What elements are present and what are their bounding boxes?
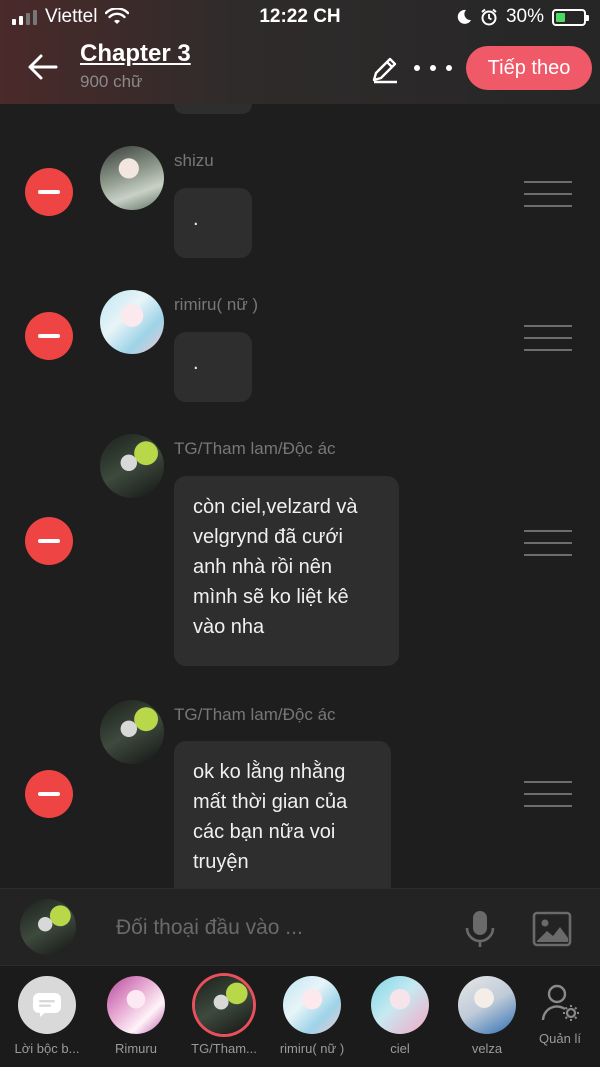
sender-name: TG/Tham lam/Độc ác (174, 705, 336, 724)
manage-button[interactable]: Quản lí (530, 982, 590, 1046)
avatar (283, 976, 341, 1034)
avatar[interactable] (100, 146, 164, 210)
word-count: 900 chữ (80, 72, 143, 91)
back-arrow-icon[interactable] (26, 50, 60, 84)
avatar[interactable] (100, 700, 164, 764)
microphone-icon[interactable] (462, 909, 498, 949)
pencil-icon[interactable] (370, 54, 400, 84)
cast-label: ciel (390, 1041, 410, 1056)
manage-label: Quản lí (539, 1031, 581, 1046)
character-bar: Lời bộc b... Rimuru TG/Tham... rimiru( n… (0, 966, 600, 1067)
chat-list: shizu . rimiru( nữ ) . TG/Tham lam/Độc á… (0, 104, 600, 888)
cast-item-ciel[interactable]: ciel (360, 976, 440, 1056)
avatar (195, 976, 253, 1034)
cast-item-rimiru[interactable]: rimiru( nữ ) (272, 976, 352, 1056)
message-bubble[interactable]: còn ciel,velzard và velgrynd đã cưới anh… (174, 476, 399, 666)
avatar (458, 976, 516, 1034)
narrator-avatar (18, 976, 76, 1034)
cast-label: Lời bộc b... (14, 1041, 80, 1056)
drag-handle-icon[interactable] (524, 530, 572, 556)
app-header: Viettel 12:22 CH 30% Chapter 3 900 chữ T… (0, 0, 600, 104)
sender-name: TG/Tham lam/Độc ác (174, 439, 336, 458)
previous-bubble (174, 104, 252, 114)
minus-circle-icon[interactable] (25, 770, 73, 818)
cast-label: TG/Tham... (191, 1041, 257, 1056)
avatar (371, 976, 429, 1034)
drag-handle-icon[interactable] (524, 181, 572, 207)
speech-bubble-icon (33, 993, 61, 1017)
cast-item-tg[interactable]: TG/Tham... (184, 976, 264, 1056)
message-bubble[interactable]: . (174, 188, 252, 258)
cast-label: velza (471, 1041, 503, 1056)
minus-circle-icon[interactable] (25, 517, 73, 565)
avatar[interactable] (100, 290, 164, 354)
cast-item-narrator[interactable]: Lời bộc b... (7, 976, 87, 1056)
moon-icon (457, 9, 471, 24)
cast-item-velza[interactable]: velza (447, 976, 527, 1056)
status-right: 30% (456, 6, 589, 28)
battery-percent: 30% (505, 6, 544, 27)
image-icon[interactable] (532, 911, 572, 947)
sender-name: rimiru( nữ ) (174, 295, 259, 314)
chapter-title[interactable]: Chapter 3 (80, 40, 191, 68)
current-speaker-avatar[interactable] (20, 899, 76, 955)
more-dots-icon[interactable] (414, 56, 452, 80)
dialogue-input[interactable] (100, 911, 440, 945)
message-bubble[interactable]: . (174, 332, 252, 402)
message-bubble[interactable]: ok ko lằng nhằng mất thời gian của các b… (174, 741, 391, 888)
minus-circle-icon[interactable] (25, 168, 73, 216)
user-gear-icon (541, 984, 579, 1021)
cast-label: rimiru( nữ ) (279, 1041, 345, 1056)
drag-handle-icon[interactable] (524, 325, 572, 351)
battery-icon (552, 8, 589, 26)
cast-item-rimuru[interactable]: Rimuru (96, 976, 176, 1056)
composer-bar (0, 888, 600, 966)
status-bar: Viettel 12:22 CH 30% (0, 0, 600, 34)
sender-name: shizu (174, 151, 214, 170)
avatar[interactable] (100, 434, 164, 498)
minus-circle-icon[interactable] (25, 312, 73, 360)
alarm-icon (481, 8, 497, 26)
next-chapter-button[interactable]: Tiếp theo (466, 46, 592, 90)
avatar (107, 976, 165, 1034)
drag-handle-icon[interactable] (524, 781, 572, 807)
cast-label: Rimuru (115, 1041, 157, 1056)
